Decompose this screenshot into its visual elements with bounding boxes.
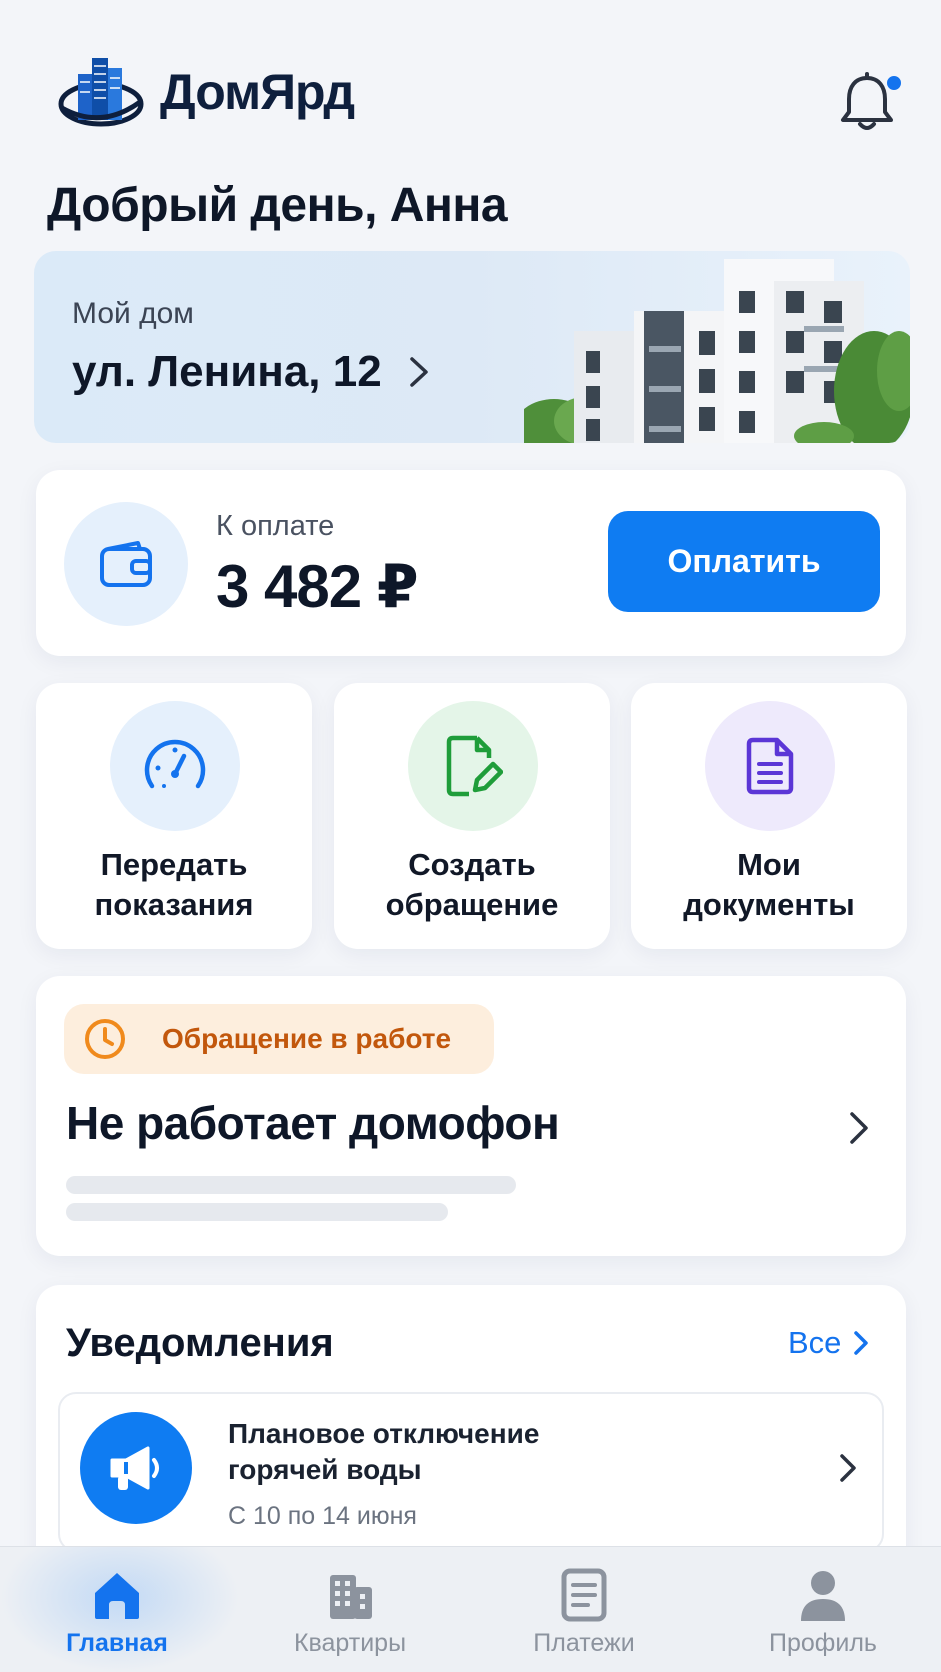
bottom-tab-bar: Главная Квартиры Платежи Профиль xyxy=(0,1546,941,1672)
chevron-right-icon xyxy=(854,1331,869,1355)
submit-readings-button[interactable]: Передать показания xyxy=(36,683,312,949)
status-badge-text: Обращение в работе xyxy=(162,1023,452,1054)
notification-item[interactable]: Плановое отключение горячей воды С 10 по… xyxy=(58,1392,884,1552)
tab-payments[interactable]: Платежи xyxy=(484,1547,684,1672)
payment-card: К оплате 3 482 ₽ Оплатить xyxy=(36,470,906,656)
home-label: Мой дом xyxy=(72,297,194,330)
home-address: ул. Ленина, 12 xyxy=(72,347,430,397)
receipt-icon xyxy=(561,1568,607,1622)
chevron-right-icon xyxy=(409,357,428,387)
tab-apartments[interactable]: Квартиры xyxy=(250,1547,450,1672)
my-documents-button[interactable]: Мои документы xyxy=(631,683,907,949)
request-status-card[interactable]: Обращение в работе Не работает домофон xyxy=(36,976,906,1256)
see-all-link[interactable]: Все xyxy=(788,1325,869,1361)
tab-label: Главная xyxy=(66,1629,168,1657)
app-screen: ДомЯрд Добрый день, Анна Мой дом ул. Лен… xyxy=(0,0,941,1672)
notification-title: Плановое отключение горячей воды xyxy=(228,1418,540,1485)
pay-button[interactable]: Оплатить xyxy=(608,511,880,612)
action-label: Мои документы xyxy=(683,847,855,922)
megaphone-icon xyxy=(110,1446,159,1490)
skeleton-line xyxy=(66,1203,448,1221)
building-icon xyxy=(330,1575,372,1619)
home-address-text: ул. Ленина, 12 xyxy=(72,347,382,396)
building-illustration xyxy=(524,259,910,443)
tab-profile[interactable]: Профиль xyxy=(723,1547,923,1672)
action-icon-circle xyxy=(110,701,240,831)
wallet-icon xyxy=(100,541,152,587)
my-home-card[interactable]: Мой дом ул. Ленина, 12 xyxy=(34,251,910,443)
home-icon xyxy=(95,1573,139,1619)
greeting-title: Добрый день, Анна xyxy=(47,179,508,232)
payment-label: К оплате xyxy=(216,510,335,542)
notifications-title: Уведомления xyxy=(66,1321,334,1365)
action-icon-circle xyxy=(408,701,538,831)
header: ДомЯрд xyxy=(0,0,941,170)
status-badge: Обращение в работе xyxy=(64,1004,494,1074)
notification-date: С 10 по 14 июня xyxy=(228,1502,417,1530)
clock-icon xyxy=(85,1019,125,1059)
action-icon-circle xyxy=(705,701,835,831)
notification-dot xyxy=(884,73,904,93)
action-label: Передать показания xyxy=(94,847,254,922)
tab-label: Квартиры xyxy=(293,1629,407,1657)
meter-gauge-icon xyxy=(144,739,206,789)
logo-building-icon xyxy=(58,58,144,127)
profile-icon xyxy=(801,1571,845,1621)
wallet-icon-circle xyxy=(64,502,188,626)
see-all-label: Все xyxy=(788,1325,842,1360)
document-edit-icon xyxy=(446,735,503,797)
tab-label: Профиль xyxy=(769,1629,877,1657)
request-title: Не работает домофон xyxy=(66,1097,560,1149)
document-icon xyxy=(746,737,794,795)
tab-label: Платежи xyxy=(533,1629,635,1657)
create-request-button[interactable]: Создать обращение xyxy=(334,683,610,949)
chevron-right-icon xyxy=(840,1454,856,1482)
action-label: Создать обращение xyxy=(385,847,559,922)
skeleton-line xyxy=(66,1176,516,1194)
app-name: ДомЯрд xyxy=(160,64,355,120)
notification-icon-circle xyxy=(80,1412,192,1524)
app-logo: ДомЯрд xyxy=(56,52,355,132)
payment-amount: 3 482 ₽ xyxy=(216,553,419,620)
tab-home[interactable]: Главная xyxy=(17,1547,217,1672)
chevron-right-icon xyxy=(850,1112,868,1144)
